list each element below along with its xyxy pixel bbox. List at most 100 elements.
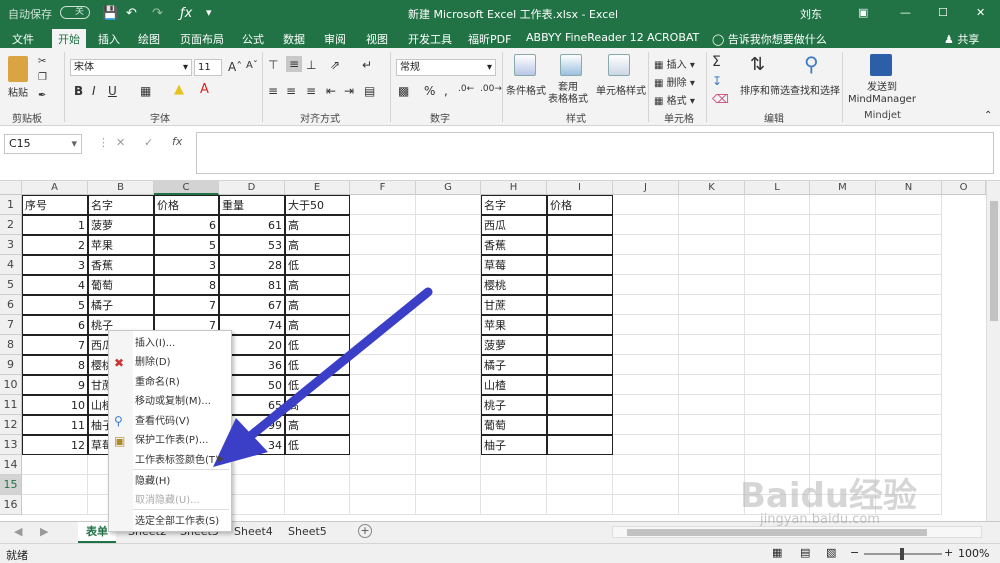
column-header-C[interactable]: C <box>154 181 219 195</box>
cell-E6[interactable]: 高 <box>285 295 350 315</box>
cell-I15[interactable] <box>547 475 613 495</box>
maximize-icon[interactable]: ☐ <box>938 6 948 19</box>
column-header-O[interactable]: O <box>942 181 986 195</box>
cell-N9[interactable] <box>876 355 942 375</box>
cell-N8[interactable] <box>876 335 942 355</box>
cell-A12[interactable]: 11 <box>22 415 88 435</box>
vertical-scrollbar[interactable] <box>986 181 1000 521</box>
row-header-14[interactable]: 14 <box>0 455 22 475</box>
cancel-icon[interactable]: ✕ <box>116 136 125 149</box>
cell-F14[interactable] <box>350 455 416 475</box>
cell-N10[interactable] <box>876 375 942 395</box>
cell-M5[interactable] <box>810 275 876 295</box>
cell-N5[interactable] <box>876 275 942 295</box>
row-header-10[interactable]: 10 <box>0 375 22 395</box>
align-bottom-icon[interactable]: ⊥ <box>306 58 316 72</box>
cell-G13[interactable] <box>416 435 481 455</box>
cell-A13[interactable]: 12 <box>22 435 88 455</box>
tab-foxit-pdf[interactable]: 福昕PDF <box>462 29 517 48</box>
column-header-F[interactable]: F <box>350 181 416 195</box>
cell-H10[interactable]: 山楂 <box>481 375 547 395</box>
cell-K3[interactable] <box>679 235 745 255</box>
cell-N11[interactable] <box>876 395 942 415</box>
tab-review[interactable]: 审阅 <box>318 29 352 48</box>
cell-L6[interactable] <box>745 295 810 315</box>
cell-K8[interactable] <box>679 335 745 355</box>
cell-K16[interactable] <box>679 495 745 515</box>
cell-F16[interactable] <box>350 495 416 515</box>
cell-F13[interactable] <box>350 435 416 455</box>
align-right-icon[interactable]: ≡ <box>306 84 316 98</box>
cell-A5[interactable]: 4 <box>22 275 88 295</box>
cell-J15[interactable] <box>613 475 679 495</box>
cell-E12[interactable]: 高 <box>285 415 350 435</box>
cell-H9[interactable]: 橘子 <box>481 355 547 375</box>
cell-L11[interactable] <box>745 395 810 415</box>
cell-K10[interactable] <box>679 375 745 395</box>
cell-I4[interactable] <box>547 255 613 275</box>
cell-G5[interactable] <box>416 275 481 295</box>
cell-A2[interactable]: 1 <box>22 215 88 235</box>
menu-item-4[interactable]: 查看代码(V) <box>109 412 231 431</box>
function-icon[interactable]: ƒx <box>180 6 192 21</box>
cell-H8[interactable]: 菠萝 <box>481 335 547 355</box>
cell-J6[interactable] <box>613 295 679 315</box>
close-icon[interactable]: ✕ <box>976 6 985 19</box>
cell-F11[interactable] <box>350 395 416 415</box>
cell-I12[interactable] <box>547 415 613 435</box>
find-select-button[interactable]: 查找和选择 <box>790 82 840 97</box>
cell-B2[interactable]: 菠萝 <box>88 215 154 235</box>
cell-L2[interactable] <box>745 215 810 235</box>
row-header-15[interactable]: 15 <box>0 475 22 495</box>
cell-L10[interactable] <box>745 375 810 395</box>
zoom-in-icon[interactable]: + <box>944 546 953 559</box>
table-format-icon[interactable] <box>560 54 582 76</box>
row-header-7[interactable]: 7 <box>0 315 22 335</box>
menu-item-3[interactable]: 移动或复制(M)... <box>109 392 231 411</box>
cell-G11[interactable] <box>416 395 481 415</box>
enter-icon[interactable]: ✓ <box>144 136 153 149</box>
cell-C6[interactable]: 7 <box>154 295 219 315</box>
menu-item-1[interactable]: 删除(D) <box>109 353 231 372</box>
cell-E4[interactable]: 低 <box>285 255 350 275</box>
cell-E15[interactable] <box>285 475 350 495</box>
cell-K13[interactable] <box>679 435 745 455</box>
column-header-G[interactable]: G <box>416 181 481 195</box>
cell-H16[interactable] <box>481 495 547 515</box>
cell-F1[interactable] <box>350 195 416 215</box>
fill-icon[interactable]: ↧ <box>712 74 722 88</box>
cell-M13[interactable] <box>810 435 876 455</box>
row-header-13[interactable]: 13 <box>0 435 22 455</box>
comma-style-icon[interactable]: , <box>444 84 448 98</box>
cell-H12[interactable]: 葡萄 <box>481 415 547 435</box>
zoom-level[interactable]: 100% <box>958 547 989 560</box>
cell-H4[interactable]: 草莓 <box>481 255 547 275</box>
cell-F7[interactable] <box>350 315 416 335</box>
cell-I10[interactable] <box>547 375 613 395</box>
cell-K5[interactable] <box>679 275 745 295</box>
bold-icon[interactable]: B <box>74 84 83 98</box>
cell-E16[interactable] <box>285 495 350 515</box>
cell-F8[interactable] <box>350 335 416 355</box>
ribbon-display-icon[interactable]: ▣ <box>858 6 868 19</box>
cell-E1[interactable]: 大于50 <box>285 195 350 215</box>
cell-styles-button[interactable]: 单元格样式 <box>596 82 646 97</box>
sheet-tab-4[interactable]: Sheet4 <box>226 522 281 543</box>
menu-item-9[interactable]: 选定全部工作表(S) <box>109 512 231 531</box>
orientation-icon[interactable]: ⇗ <box>330 58 340 72</box>
cell-A10[interactable]: 9 <box>22 375 88 395</box>
tab-view[interactable]: 视图 <box>360 29 394 48</box>
page-break-view-icon[interactable]: ▧ <box>826 546 836 559</box>
cell-E8[interactable]: 低 <box>285 335 350 355</box>
row-header-11[interactable]: 11 <box>0 395 22 415</box>
cell-G3[interactable] <box>416 235 481 255</box>
clear-icon[interactable]: ⌫ <box>712 92 729 106</box>
cell-G10[interactable] <box>416 375 481 395</box>
cell-J4[interactable] <box>613 255 679 275</box>
sort-filter-icon[interactable]: ⇅ <box>750 54 765 75</box>
cell-F2[interactable] <box>350 215 416 235</box>
cell-D6[interactable]: 67 <box>219 295 285 315</box>
cell-M3[interactable] <box>810 235 876 255</box>
cell-M1[interactable] <box>810 195 876 215</box>
cell-K11[interactable] <box>679 395 745 415</box>
